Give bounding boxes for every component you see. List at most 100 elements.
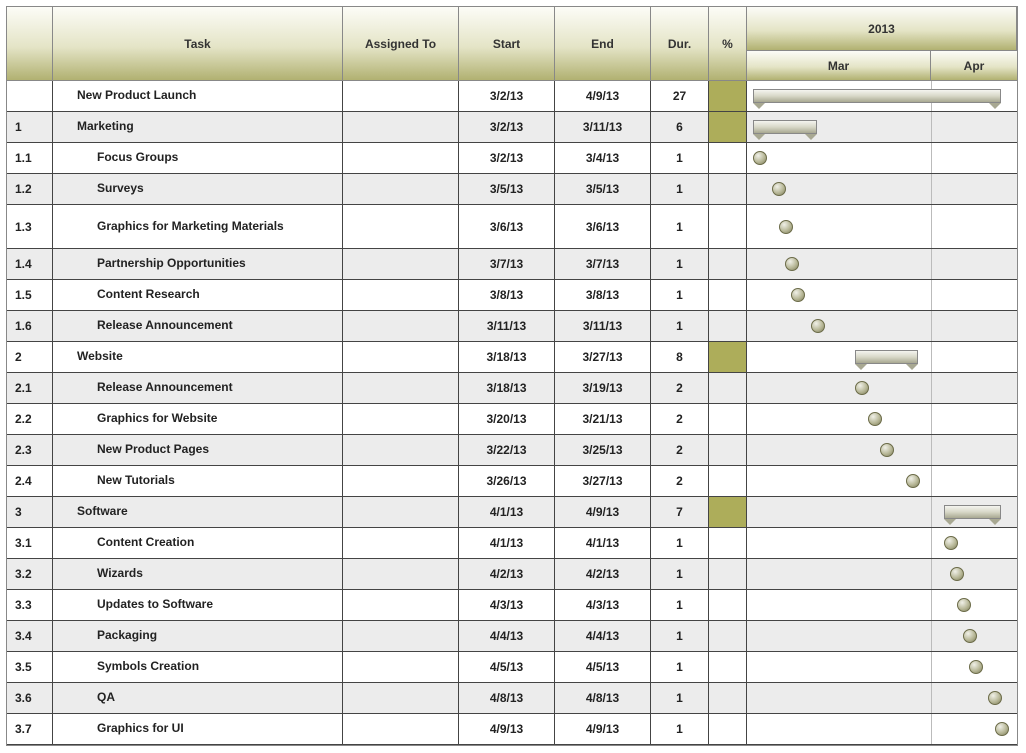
table-row[interactable]: 1.4Partnership Opportunities3/7/133/7/13… bbox=[7, 249, 1017, 280]
cell-start: 3/26/13 bbox=[459, 466, 555, 497]
gantt-task-marker[interactable] bbox=[779, 220, 793, 234]
header-task: Task bbox=[53, 7, 343, 81]
gantt-task-marker[interactable] bbox=[868, 412, 882, 426]
gantt-task-marker[interactable] bbox=[957, 598, 971, 612]
cell-end-text: 3/19/13 bbox=[582, 381, 622, 395]
cell-assigned bbox=[343, 249, 459, 280]
cell-assigned bbox=[343, 528, 459, 559]
gantt-summary-bar[interactable] bbox=[753, 89, 1001, 103]
table-row[interactable]: 2.1Release Announcement3/18/133/19/132 bbox=[7, 373, 1017, 404]
gantt-summary-bar[interactable] bbox=[753, 120, 817, 134]
table-row[interactable]: 1.5Content Research3/8/133/8/131 bbox=[7, 280, 1017, 311]
cell-start-text: 3/20/13 bbox=[486, 412, 526, 426]
cell-end-text: 3/7/13 bbox=[586, 257, 619, 271]
cell-assigned bbox=[343, 174, 459, 205]
gantt-summary-bar[interactable] bbox=[944, 505, 1001, 519]
cell-gantt bbox=[747, 559, 1017, 590]
cell-pct bbox=[709, 435, 747, 466]
cell-dur: 1 bbox=[651, 621, 709, 652]
cell-start-text: 3/2/13 bbox=[490, 120, 523, 134]
table-row[interactable]: 2Website3/18/133/27/138 bbox=[7, 342, 1017, 373]
gantt-task-marker[interactable] bbox=[785, 257, 799, 271]
cell-task: New Tutorials bbox=[53, 466, 343, 497]
cell-start: 3/5/13 bbox=[459, 174, 555, 205]
cell-num: 2.1 bbox=[7, 373, 53, 404]
table-row[interactable]: New Product Launch3/2/134/9/1327 bbox=[7, 81, 1017, 112]
cell-dur: 8 bbox=[651, 342, 709, 373]
cell-gantt bbox=[747, 714, 1017, 745]
cell-task-text: Surveys bbox=[97, 182, 144, 196]
gantt-task-marker[interactable] bbox=[944, 536, 958, 550]
cell-end-text: 4/8/13 bbox=[586, 691, 619, 705]
cell-num-text: 3.4 bbox=[15, 629, 32, 643]
cell-num: 1.2 bbox=[7, 174, 53, 205]
cell-num-text: 3 bbox=[15, 505, 22, 519]
table-row[interactable]: 3.5Symbols Creation4/5/134/5/131 bbox=[7, 652, 1017, 683]
cell-dur-text: 8 bbox=[676, 350, 683, 364]
gantt-task-marker[interactable] bbox=[791, 288, 805, 302]
table-row[interactable]: 3.4Packaging4/4/134/4/131 bbox=[7, 621, 1017, 652]
cell-start: 3/18/13 bbox=[459, 342, 555, 373]
cell-start: 4/4/13 bbox=[459, 621, 555, 652]
table-row[interactable]: 1.3Graphics for Marketing Materials3/6/1… bbox=[7, 205, 1017, 249]
cell-start: 3/7/13 bbox=[459, 249, 555, 280]
gantt-task-marker[interactable] bbox=[963, 629, 977, 643]
header-dur: Dur. bbox=[651, 7, 709, 81]
table-row[interactable]: 1Marketing3/2/133/11/136 bbox=[7, 112, 1017, 143]
table-row[interactable]: 1.1Focus Groups3/2/133/4/131 bbox=[7, 143, 1017, 174]
cell-dur-text: 2 bbox=[676, 443, 683, 457]
cell-dur-text: 1 bbox=[676, 567, 683, 581]
cell-pct bbox=[709, 342, 747, 373]
gantt-task-marker[interactable] bbox=[880, 443, 894, 457]
cell-start-text: 3/18/13 bbox=[486, 350, 526, 364]
cell-start: 4/1/13 bbox=[459, 497, 555, 528]
cell-end-text: 4/2/13 bbox=[586, 567, 619, 581]
cell-start: 4/9/13 bbox=[459, 714, 555, 745]
gantt-task-marker[interactable] bbox=[950, 567, 964, 581]
cell-dur: 1 bbox=[651, 528, 709, 559]
month-divider bbox=[931, 311, 932, 341]
table-row[interactable]: 3Software4/1/134/9/137 bbox=[7, 497, 1017, 528]
month-divider bbox=[931, 143, 932, 173]
month-divider bbox=[931, 683, 932, 713]
cell-num-text: 1.4 bbox=[15, 257, 32, 271]
gantt-task-marker[interactable] bbox=[811, 319, 825, 333]
cell-dur: 1 bbox=[651, 205, 709, 249]
cell-dur: 1 bbox=[651, 652, 709, 683]
gantt-task-marker[interactable] bbox=[753, 151, 767, 165]
cell-num: 2.4 bbox=[7, 466, 53, 497]
table-row[interactable]: 2.4New Tutorials3/26/133/27/132 bbox=[7, 466, 1017, 497]
cell-dur: 1 bbox=[651, 280, 709, 311]
cell-pct bbox=[709, 559, 747, 590]
gantt-summary-bar[interactable] bbox=[855, 350, 919, 364]
gantt-task-marker[interactable] bbox=[772, 182, 786, 196]
cell-pct bbox=[709, 528, 747, 559]
table-row[interactable]: 2.2Graphics for Website3/20/133/21/132 bbox=[7, 404, 1017, 435]
table-row[interactable]: 3.6QA4/8/134/8/131 bbox=[7, 683, 1017, 714]
table-row[interactable]: 1.6Release Announcement3/11/133/11/131 bbox=[7, 311, 1017, 342]
table-row[interactable]: 3.3Updates to Software4/3/134/3/131 bbox=[7, 590, 1017, 621]
table-row[interactable]: 3.1Content Creation4/1/134/1/131 bbox=[7, 528, 1017, 559]
cell-dur: 6 bbox=[651, 112, 709, 143]
table-row[interactable]: 2.3New Product Pages3/22/133/25/132 bbox=[7, 435, 1017, 466]
pct-fill bbox=[709, 342, 746, 372]
table-row[interactable]: 1.2Surveys3/5/133/5/131 bbox=[7, 174, 1017, 205]
cell-dur-text: 2 bbox=[676, 381, 683, 395]
cell-gantt bbox=[747, 528, 1017, 559]
gantt-task-marker[interactable] bbox=[995, 722, 1009, 736]
cell-num: 3.1 bbox=[7, 528, 53, 559]
cell-end: 4/8/13 bbox=[555, 683, 651, 714]
table-row[interactable]: 3.7Graphics for UI4/9/134/9/131 bbox=[7, 714, 1017, 745]
cell-task-text: Marketing bbox=[77, 120, 134, 134]
cell-assigned bbox=[343, 652, 459, 683]
table-row[interactable]: 3.2Wizards4/2/134/2/131 bbox=[7, 559, 1017, 590]
gantt-task-marker[interactable] bbox=[855, 381, 869, 395]
gantt-task-marker[interactable] bbox=[906, 474, 920, 488]
cell-end: 4/4/13 bbox=[555, 621, 651, 652]
gantt-task-marker[interactable] bbox=[969, 660, 983, 674]
gantt-task-marker[interactable] bbox=[988, 691, 1002, 705]
cell-start-text: 4/3/13 bbox=[490, 598, 523, 612]
cell-task-text: Focus Groups bbox=[97, 151, 178, 165]
cell-dur: 2 bbox=[651, 373, 709, 404]
cell-end-text: 3/27/13 bbox=[582, 350, 622, 364]
